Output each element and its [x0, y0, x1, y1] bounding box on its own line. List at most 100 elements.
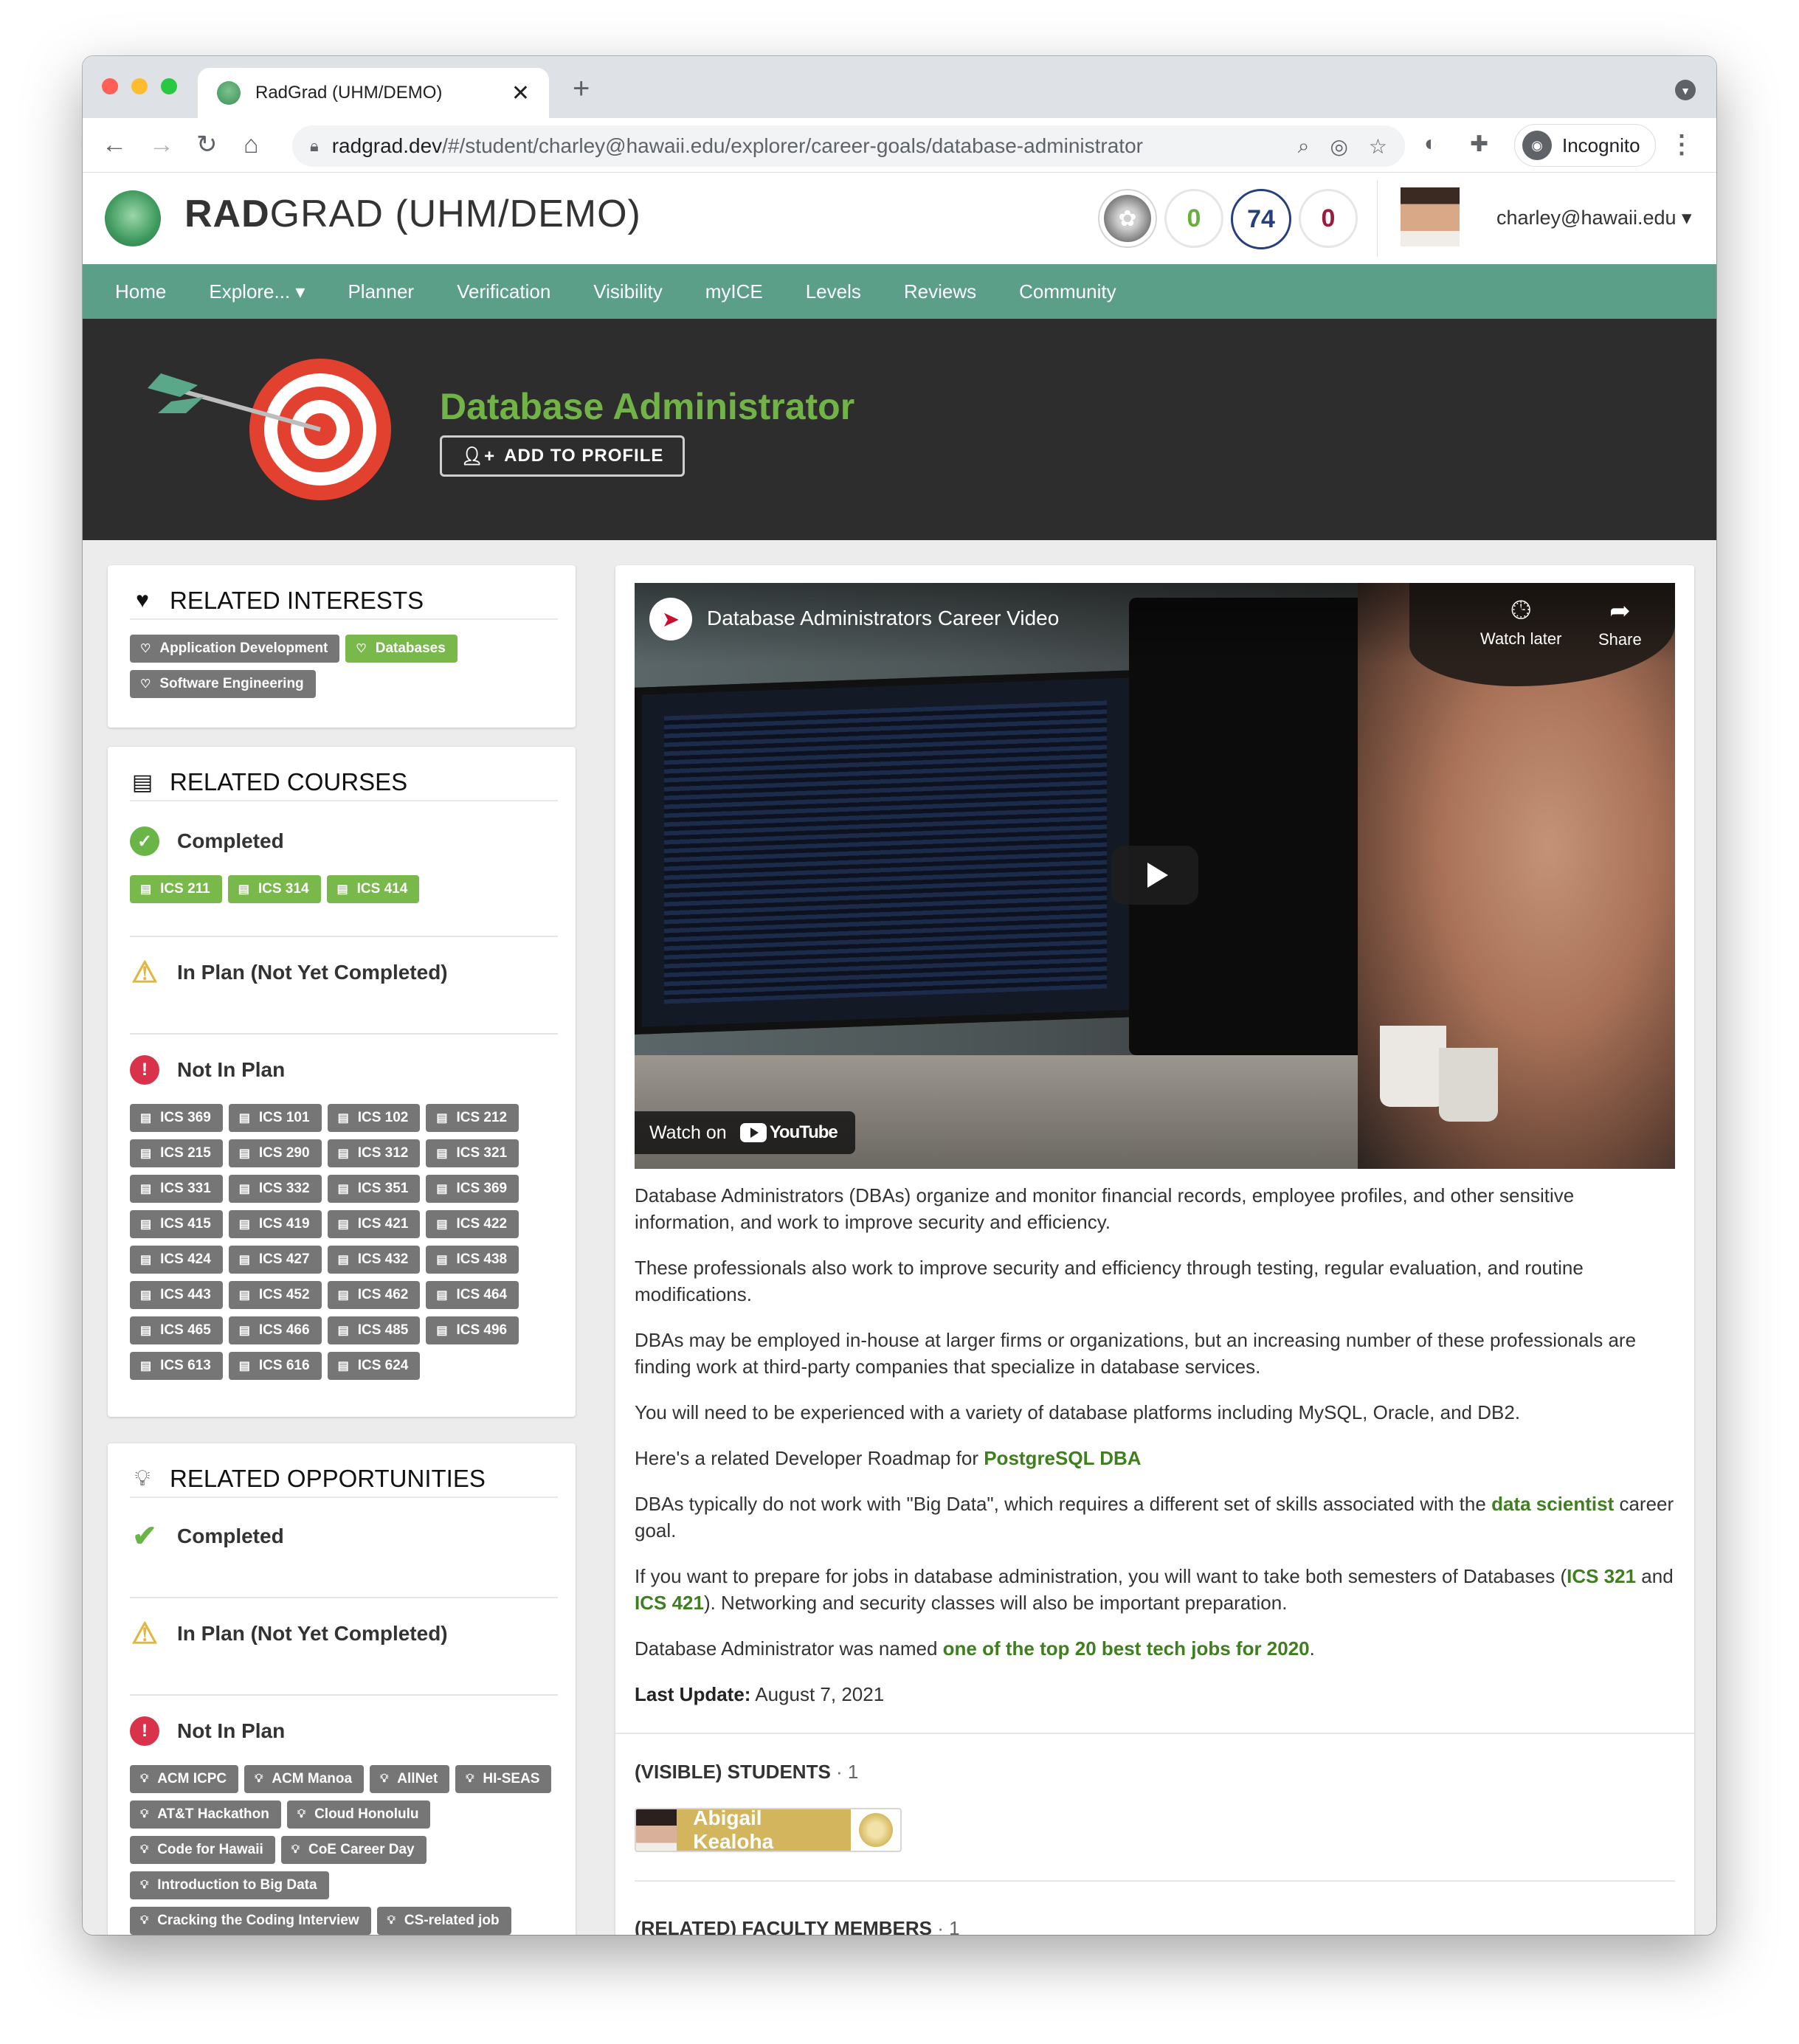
close-tab-icon[interactable]: ✕	[511, 80, 530, 106]
nav-planner[interactable]: Planner	[348, 280, 414, 303]
play-button[interactable]	[1111, 846, 1198, 905]
zoom-icon[interactable]: ⌕	[1298, 134, 1310, 159]
course-chip[interactable]: ▤ ICS 462	[327, 1281, 421, 1309]
course-chip[interactable]: ▤ ICS 485	[327, 1316, 421, 1344]
course-chip[interactable]: ▤ ICS 314	[227, 875, 321, 903]
nav-levels[interactable]: Levels	[806, 280, 861, 303]
opportunity-chip[interactable]: 💡︎ Introduction to Big Data	[130, 1871, 329, 1899]
nav-reviews[interactable]: Reviews	[904, 280, 976, 303]
watch-on-youtube-button[interactable]: Watch on YouTube	[635, 1111, 855, 1154]
course-chip[interactable]: ▤ ICS 452	[228, 1281, 322, 1309]
course-chip[interactable]: ▤ ICS 215	[130, 1139, 223, 1167]
student-label[interactable]: Abigail Kealoha	[635, 1808, 902, 1852]
course-chip[interactable]: ▤ ICS 464	[426, 1281, 519, 1309]
watch-later-button[interactable]: 🕒︎ Watch later	[1480, 596, 1561, 649]
nav-myice[interactable]: myICE	[705, 280, 763, 303]
minimize-window-button[interactable]	[131, 78, 148, 94]
radgrad-logo[interactable]	[105, 190, 161, 246]
nav-explore[interactable]: Explore... ▾	[209, 280, 305, 303]
add-to-profile-button[interactable]: 👤︎+ ADD TO PROFILE	[440, 435, 685, 477]
course-chip[interactable]: ▤ ICS 465	[130, 1316, 223, 1344]
course-chip[interactable]: ▤ ICS 102	[327, 1104, 421, 1132]
course-chip[interactable]: ▤ ICS 212	[426, 1104, 519, 1132]
opportunity-chip[interactable]: 💡︎ CS-related job	[376, 1907, 511, 1935]
url-text[interactable]: radgrad.dev/#/student/charley@hawaii.edu…	[332, 134, 1277, 158]
share-button[interactable]: ➦ Share	[1598, 596, 1642, 649]
interest-chip[interactable]: ♡ Databases	[345, 635, 457, 663]
course-chip[interactable]: ▤ ICS 616	[228, 1352, 322, 1380]
course-chip[interactable]: ▤ ICS 427	[228, 1246, 322, 1274]
course-chip[interactable]: ▤ ICS 369	[426, 1175, 519, 1203]
data-scientist-link[interactable]: data scientist	[1491, 1493, 1614, 1515]
course-chip[interactable]: ▤ ICS 321	[426, 1139, 519, 1167]
course-chip[interactable]: ▤ ICS 421	[327, 1210, 421, 1238]
eye-off-icon[interactable]: ◎	[1330, 134, 1347, 159]
home-icon[interactable]: ⌂	[244, 131, 259, 158]
tab-search-icon[interactable]: ▼	[1675, 80, 1696, 100]
opportunity-chip[interactable]: 💡︎ Cracking the Coding Interview	[130, 1907, 371, 1935]
nav-visibility[interactable]: Visibility	[593, 280, 662, 303]
extension-icon[interactable]: ◐	[1424, 131, 1437, 156]
incognito-badge[interactable]: ◉ Incognito	[1514, 124, 1656, 167]
opportunity-chip[interactable]: 💡︎ Code for Hawaii	[130, 1836, 275, 1864]
user-avatar[interactable]	[1401, 187, 1460, 246]
forward-icon[interactable]: →	[149, 131, 174, 158]
browser-menu-icon[interactable]: ⋮	[1669, 130, 1694, 159]
course-chip[interactable]: ▤ ICS 424	[130, 1246, 223, 1274]
opportunity-chip[interactable]: 💡︎ CoE Career Day	[280, 1836, 427, 1864]
nav-community[interactable]: Community	[1019, 280, 1116, 303]
course-chip[interactable]: ▤ ICS 351	[327, 1175, 421, 1203]
top-20-tech-jobs-link[interactable]: one of the top 20 best tech jobs for 202…	[943, 1637, 1310, 1660]
interest-chip[interactable]: ♡ Application Development	[130, 635, 340, 663]
brand-title[interactable]: RADGRAD (UHM/DEMO)	[184, 192, 641, 236]
course-chip[interactable]: ▤ ICS 496	[426, 1316, 519, 1344]
browser-tab[interactable]: RadGrad (UHM/DEMO) ✕	[198, 68, 549, 118]
opportunity-chip[interactable]: 💡︎ AT&T Hackathon	[130, 1800, 281, 1829]
address-bar[interactable]: 🔒︎ radgrad.dev/#/student/charley@hawaii.…	[292, 125, 1405, 167]
course-chip[interactable]: ▤ ICS 466	[228, 1316, 322, 1344]
interest-chip[interactable]: ♡ Software Engineering	[130, 670, 316, 698]
course-chip[interactable]: ▤ ICS 443	[130, 1281, 223, 1309]
opportunity-chip[interactable]: 💡︎ ACM Manoa	[244, 1765, 365, 1793]
maximize-window-button[interactable]	[161, 78, 177, 94]
course-chip[interactable]: ▤ ICS 101	[228, 1104, 322, 1132]
course-chip[interactable]: ▤ ICS 211	[130, 875, 222, 903]
opportunity-chip[interactable]: 💡︎ HI-SEAS	[455, 1765, 552, 1793]
course-chip[interactable]: ▤ ICS 422	[426, 1210, 519, 1238]
course-chip[interactable]: ▤ ICS 432	[327, 1246, 421, 1274]
course-chip[interactable]: ▤ ICS 332	[228, 1175, 322, 1203]
ics-321-link[interactable]: ICS 321	[1567, 1565, 1636, 1587]
puzzle-icon[interactable]: ✚	[1470, 131, 1488, 157]
opportunity-chip[interactable]: 💡︎ AllNet	[370, 1765, 450, 1793]
course-chip[interactable]: ▤ ICS 613	[130, 1352, 223, 1380]
opportunity-chip[interactable]: 💡︎ ACM ICPC	[130, 1765, 239, 1793]
user-menu[interactable]: charley@hawaii.edu ▾	[1496, 207, 1692, 229]
course-chip[interactable]: ▤ ICS 312	[327, 1139, 421, 1167]
bookmark-star-icon[interactable]: ☆	[1369, 134, 1387, 159]
channel-logo-icon[interactable]: ➤	[649, 598, 692, 641]
new-tab-icon[interactable]: +	[573, 72, 590, 106]
course-chip[interactable]: ▤ ICS 419	[228, 1210, 322, 1238]
nav-home[interactable]: Home	[115, 280, 166, 303]
heart-outline-icon: ♡	[356, 643, 367, 655]
opportunity-chip[interactable]: 💡︎ Cloud Honolulu	[286, 1800, 431, 1829]
course-chip[interactable]: ▤ ICS 369	[130, 1104, 223, 1132]
ics-421-link[interactable]: ICS 421	[635, 1592, 704, 1614]
course-chip[interactable]: ▤ ICS 290	[228, 1139, 322, 1167]
postgresql-dba-link[interactable]: PostgreSQL DBA	[984, 1447, 1141, 1469]
course-chip[interactable]: ▤ ICS 415	[130, 1210, 223, 1238]
course-chip[interactable]: ▤ ICS 331	[130, 1175, 223, 1203]
competency-score[interactable]: 74	[1231, 189, 1291, 249]
course-chip[interactable]: ▤ ICS 414	[326, 875, 420, 903]
nav-verification[interactable]: Verification	[457, 280, 550, 303]
youtube-video-player[interactable]: ➤ Database Administrators Career Video 🕒…	[635, 583, 1675, 1169]
innovation-score[interactable]: 0	[1164, 189, 1223, 248]
level-badge[interactable]: ✿	[1098, 189, 1157, 248]
reload-icon[interactable]: ↻	[196, 131, 218, 158]
video-title[interactable]: Database Administrators Career Video	[707, 607, 1059, 630]
close-window-button[interactable]	[102, 78, 118, 94]
course-chip[interactable]: ▤ ICS 624	[327, 1352, 421, 1380]
course-chip[interactable]: ▤ ICS 438	[426, 1246, 519, 1274]
experience-score[interactable]: 0	[1299, 189, 1358, 248]
back-icon[interactable]: ←	[102, 131, 127, 158]
